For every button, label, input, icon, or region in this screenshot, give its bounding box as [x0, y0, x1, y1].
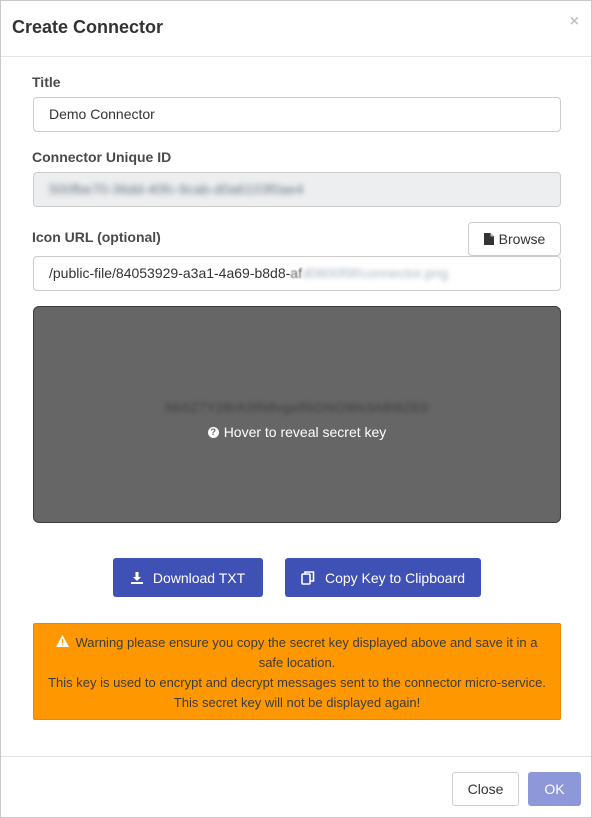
browse-button[interactable]: Browse: [468, 222, 561, 256]
copy-key-button[interactable]: Copy Key to Clipboard: [285, 558, 481, 597]
close-icon[interactable]: ×: [570, 13, 579, 31]
file-icon: [483, 233, 494, 245]
warning-line-1: Warning please ensure you copy the secre…: [44, 633, 550, 653]
warning-text-1: Warning please ensure you copy the secre…: [75, 635, 538, 650]
create-connector-dialog: Create Connector × Title Demo Connector …: [0, 0, 592, 818]
warning-line-4: This secret key will not be displayed ag…: [173, 695, 421, 710]
icon-url-label: Icon URL (optional): [32, 229, 161, 245]
warning-icon: [56, 635, 70, 647]
clipboard-copy-icon: [301, 570, 315, 585]
ok-button[interactable]: OK: [528, 772, 581, 806]
icon-url-hidden: d0800f9f/connector.png: [301, 265, 449, 281]
title-label: Title: [32, 74, 61, 90]
warning-alert: Warning please ensure you copy the secre…: [33, 623, 561, 720]
secret-key-box[interactable]: Nb5Z7Y2BrK0fN8vgeRkDNOWe3ABl8ZE0 ? Hover…: [33, 306, 561, 523]
icon-url-input[interactable]: /public-file/84053929-a3a1-4a69-b8d8-afd…: [33, 256, 561, 291]
warning-line-2: safe location.: [258, 655, 336, 670]
question-circle-icon: ?: [207, 426, 219, 438]
unique-id-label: Connector Unique ID: [32, 149, 172, 165]
unique-id-value: 500fbe70-36dd-40fc-9cab-d0a6103f0ae4: [49, 181, 304, 197]
download-icon: [130, 571, 143, 584]
copy-label: Copy Key to Clipboard: [324, 569, 466, 586]
icon-url-prefix: /public-file/84053929-a3a1-4a69-b8d8-: [49, 265, 291, 281]
dialog-header: Create Connector ×: [1, 1, 591, 57]
icon-url-fading: af: [290, 265, 302, 281]
download-label: Download TXT: [152, 569, 246, 586]
dialog-title: Create Connector: [12, 17, 164, 37]
hover-hint-text: Hover to reveal secret key: [223, 424, 387, 440]
secret-key-value: Nb5Z7Y2BrK0fN8vgeRkDNOWe3ABl8ZE0: [165, 400, 429, 415]
title-input[interactable]: Demo Connector: [33, 97, 561, 132]
browse-label: Browse: [498, 231, 546, 247]
hover-hint: ? Hover to reveal secret key: [34, 424, 560, 440]
download-txt-button[interactable]: Download TXT: [113, 558, 263, 597]
unique-id-field: 500fbe70-36dd-40fc-9cab-d0a6103f0ae4: [33, 172, 561, 207]
warning-line-3: This key is used to encrypt and decrypt …: [48, 675, 546, 690]
close-button[interactable]: Close: [452, 772, 519, 806]
